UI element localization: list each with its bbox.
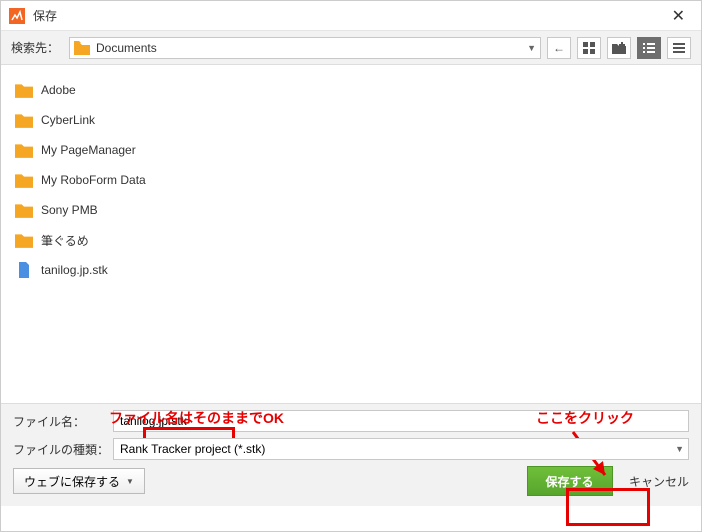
toolbar: 検索先： Documents ▼ ← — [1, 31, 701, 65]
view-detail-button[interactable] — [667, 37, 691, 59]
back-button[interactable]: ← — [547, 37, 571, 59]
web-save-button[interactable]: ウェブに保存する ▼ — [13, 468, 145, 494]
filetype-label: ファイルの種類： — [13, 441, 113, 458]
annotation-click: ここをクリック — [536, 408, 634, 428]
titlebar: 保存 ✕ — [1, 1, 701, 31]
close-icon[interactable]: ✕ — [664, 4, 693, 28]
folder-item[interactable]: Adobe — [15, 75, 687, 105]
file-name: My PageManager — [41, 143, 136, 157]
filename-label: ファイル名： — [13, 413, 113, 430]
file-list: Adobe CyberLink My PageManager My RoboForm … — [1, 65, 701, 403]
triangle-down-icon: ▼ — [126, 477, 134, 486]
folder-item[interactable]: My PageManager — [15, 135, 687, 165]
location-dropdown[interactable]: Documents ▼ — [69, 37, 541, 59]
new-folder-button[interactable] — [607, 37, 631, 59]
annotation-filename: ファイル名はそのままでOK — [109, 408, 284, 428]
file-name: Adobe — [41, 83, 76, 97]
file-name: Sony PMB — [41, 203, 98, 217]
folder-item[interactable]: My RoboForm Data — [15, 165, 687, 195]
file-name: tanilog.jp.stk — [41, 263, 108, 277]
folder-item[interactable]: CyberLink — [15, 105, 687, 135]
chevron-down-icon: ▼ — [527, 43, 536, 53]
search-label: 検索先： — [11, 39, 59, 56]
cancel-button[interactable]: キャンセル — [629, 469, 689, 493]
file-item[interactable]: tanilog.jp.stk — [15, 255, 687, 285]
location-text: Documents — [96, 41, 157, 55]
view-list-button[interactable] — [637, 37, 661, 59]
filetype-value: Rank Tracker project (*.stk) — [120, 442, 265, 456]
folder-item[interactable]: Sony PMB — [15, 195, 687, 225]
folder-item[interactable]: 筆ぐるめ — [15, 225, 687, 255]
app-icon — [9, 8, 25, 24]
file-name: 筆ぐるめ — [41, 232, 89, 249]
chevron-down-icon: ▼ — [675, 444, 684, 454]
view-grid-button[interactable] — [577, 37, 601, 59]
file-name: CyberLink — [41, 113, 95, 127]
window-title: 保存 — [33, 7, 664, 24]
filetype-select[interactable]: Rank Tracker project (*.stk) ▼ — [113, 438, 689, 460]
file-name: My RoboForm Data — [41, 173, 146, 187]
